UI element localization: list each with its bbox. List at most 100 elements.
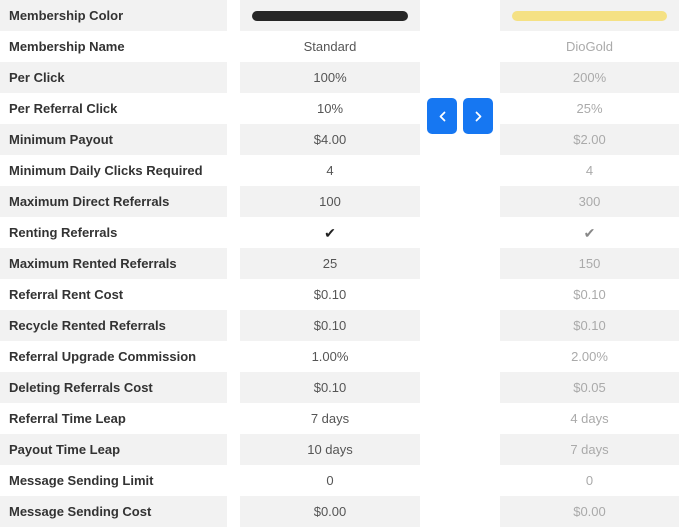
row-value-text: $0.10 (313, 287, 347, 302)
table-row-label: Per Click (0, 62, 227, 93)
row-value-text: 100% (313, 70, 347, 85)
table-row-label: Referral Rent Cost (0, 279, 227, 310)
row-label-text: Referral Time Leap (9, 411, 126, 426)
table-row-value: 10% (240, 93, 420, 124)
row-value-text: 300 (578, 194, 601, 209)
table-row-value: 4 (240, 155, 420, 186)
table-row-value: $0.00 (500, 496, 679, 527)
row-value-text: $0.00 (313, 504, 347, 519)
row-label-text: Deleting Referrals Cost (9, 380, 153, 395)
table-row-value: 1.00% (240, 341, 420, 372)
table-row-value: $4.00 (240, 124, 420, 155)
row-value-text: Standard (303, 39, 357, 54)
color-swatch (252, 10, 408, 21)
chevron-right-icon (473, 110, 484, 123)
row-value-text: 0 (326, 473, 334, 488)
row-value-text: 1.00% (311, 349, 349, 364)
row-value-text: $0.00 (573, 504, 606, 519)
table-row-label: Referral Time Leap (0, 403, 227, 434)
row-value-text: $0.10 (313, 380, 347, 395)
table-row-value: $0.10 (240, 372, 420, 403)
table-row-label: Minimum Payout (0, 124, 227, 155)
pagination-controls (420, 98, 500, 134)
table-row-value: 4 (500, 155, 679, 186)
row-value-text: 25% (576, 101, 603, 116)
row-value-text: 0 (585, 473, 594, 488)
table-row-value: 7 days (240, 403, 420, 434)
table-row-value: 0 (500, 465, 679, 496)
row-label-text: Per Referral Click (9, 101, 118, 116)
row-value-text: DioGold (566, 39, 613, 54)
table-row-label: Membership Color (0, 0, 227, 31)
chevron-left-icon (437, 110, 448, 123)
row-label-text: Recycle Rented Referrals (9, 318, 166, 333)
table-row-label: Message Sending Limit (0, 465, 227, 496)
table-row-label: Renting Referrals (0, 217, 227, 248)
row-label-text: Membership Name (9, 39, 125, 54)
row-value-text: $2.00 (573, 132, 606, 147)
table-row-value: 10 days (240, 434, 420, 465)
table-row-label: Message Sending Cost (0, 496, 227, 527)
table-row-value: 4 days (500, 403, 679, 434)
row-label-text: Renting Referrals (9, 225, 118, 240)
row-value-text: 10% (316, 101, 344, 116)
row-value-text: 200% (572, 70, 607, 85)
row-value-text: 10 days (307, 442, 353, 457)
table-row-value: $0.00 (240, 496, 420, 527)
row-value-text: $0.05 (573, 380, 606, 395)
row-value-text: 7 days (570, 442, 609, 457)
table-row-value: $0.10 (240, 279, 420, 310)
prev-membership-button[interactable] (427, 98, 457, 134)
table-row-label: Maximum Direct Referrals (0, 186, 227, 217)
row-label-text: Per Click (9, 70, 65, 85)
table-row-label: Membership Name (0, 31, 227, 62)
table-row-label: Deleting Referrals Cost (0, 372, 227, 403)
row-value-text: $0.10 (573, 287, 606, 302)
table-row-value: 7 days (500, 434, 679, 465)
next-membership-button[interactable] (463, 98, 493, 134)
row-value-text: 4 (326, 163, 334, 178)
table-row-value: 300 (500, 186, 679, 217)
row-value-text: 100 (319, 194, 341, 209)
table-row-value: $0.10 (500, 310, 679, 341)
row-label-text: Membership Color (9, 8, 124, 23)
table-row-value: 25% (500, 93, 679, 124)
check-icon: ✔ (583, 224, 596, 241)
table-row-value: ✔ (240, 217, 420, 248)
row-label-text: Referral Rent Cost (9, 287, 124, 302)
membership-color-swatch-row (500, 0, 679, 31)
value-column-standard: Standard 100% 10% $4.00 4 100 ✔ 25 $0.10 $0.10 1.0… (240, 0, 420, 527)
row-label-text: Message Sending Cost (9, 504, 152, 519)
table-row-value: $0.10 (500, 279, 679, 310)
row-label-text: Referral Upgrade Commission (9, 349, 197, 364)
table-row-value: 100 (240, 186, 420, 217)
check-icon: ✔ (324, 224, 336, 241)
row-label-text: Payout Time Leap (9, 442, 121, 457)
membership-color-swatch-row (240, 0, 420, 31)
value-column-diogold: DioGold 200% 25% $2.00 4 300 ✔ 150 $0.10 $0.10 2.0… (500, 0, 679, 527)
row-value-text: 4 days (570, 411, 609, 426)
row-label-text: Maximum Rented Referrals (9, 256, 177, 271)
label-column: Membership Color Membership Name Per Click… (0, 0, 227, 527)
table-row-label: Recycle Rented Referrals (0, 310, 227, 341)
column-divider-gap (227, 0, 240, 528)
table-row-value: $0.10 (240, 310, 420, 341)
row-value-text: $4.00 (313, 132, 347, 147)
row-value-text: $0.10 (573, 318, 606, 333)
row-label-text: Minimum Payout (9, 132, 114, 147)
table-row-value: ✔ (500, 217, 679, 248)
table-row-value: $0.05 (500, 372, 679, 403)
row-value-text: 150 (578, 256, 601, 271)
row-value-text: $0.10 (313, 318, 347, 333)
row-value-text: 25 (322, 256, 338, 271)
table-row-label: Per Referral Click (0, 93, 227, 124)
color-swatch (512, 10, 667, 21)
table-row-label: Payout Time Leap (0, 434, 227, 465)
table-row-value: 200% (500, 62, 679, 93)
table-row-value: $2.00 (500, 124, 679, 155)
table-row-value: Standard (240, 31, 420, 62)
table-row-value: 100% (240, 62, 420, 93)
table-row-value: 2.00% (500, 341, 679, 372)
row-label-text: Message Sending Limit (9, 473, 154, 488)
table-row-value: 0 (240, 465, 420, 496)
